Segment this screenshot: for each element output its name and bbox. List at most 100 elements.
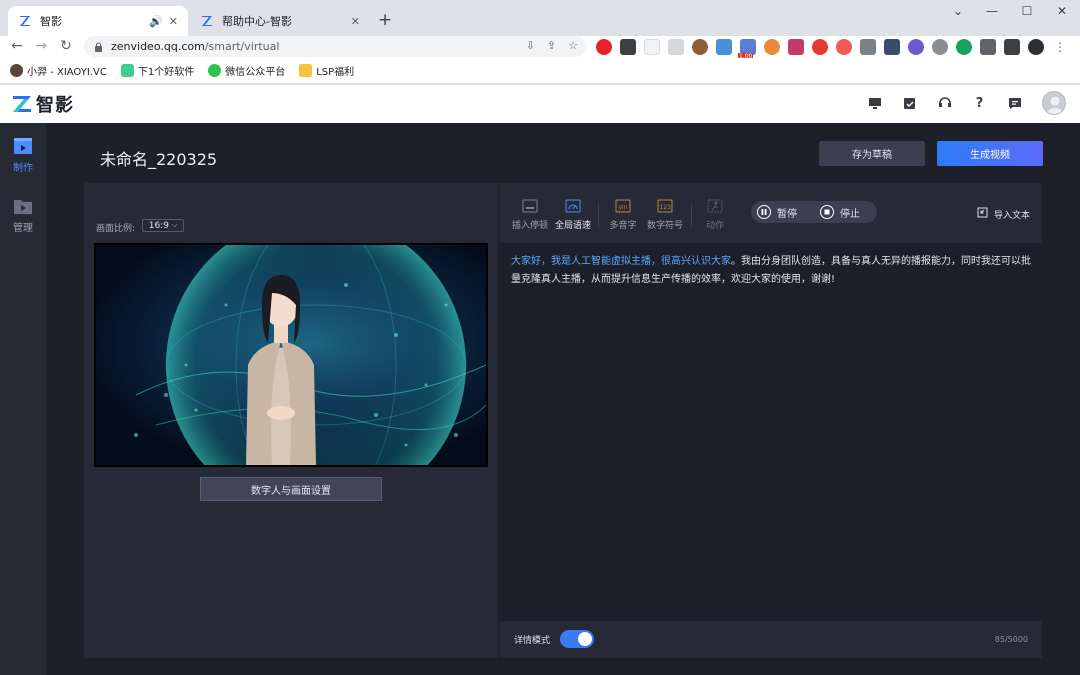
- app-workspace: 制作 管理 未命名_220325 存为草稿 生成视频 画面比例: 16:9 ⌵: [0, 123, 1080, 675]
- forward-icon[interactable]: →: [32, 38, 50, 54]
- svg-text:123: 123: [660, 204, 672, 211]
- address-bar[interactable]: zenvideo.qq.com/smart/virtual ⇩ ⇪ ☆: [84, 36, 586, 57]
- extension-sync-icon[interactable]: [956, 39, 972, 55]
- clipboard-icon[interactable]: [902, 96, 917, 111]
- bookmark-item[interactable]: 小羿 - XIAOYI.VC: [10, 63, 107, 78]
- right-scroll-rail[interactable]: [1056, 123, 1080, 675]
- extension-record-icon[interactable]: [836, 39, 852, 55]
- save-draft-button[interactable]: 存为草稿: [819, 141, 925, 166]
- monitor-icon[interactable]: [867, 96, 882, 111]
- extension-pen-icon[interactable]: [644, 39, 660, 55]
- stop-button[interactable]: 停止: [814, 205, 877, 220]
- pause-button[interactable]: 暂停: [751, 205, 814, 220]
- folder-icon: [299, 64, 313, 77]
- extension-shield-icon[interactable]: [788, 39, 804, 55]
- zhiying-favicon-icon: [200, 14, 214, 28]
- extension-terminal-icon[interactable]: [620, 39, 636, 55]
- sidebar-item-create[interactable]: 制作: [0, 137, 46, 174]
- bookmark-item[interactable]: 下1个好软件: [120, 63, 195, 78]
- aspect-ratio-value: 16:9: [148, 220, 169, 231]
- extension-alert-icon[interactable]: [812, 39, 828, 55]
- bookmark-item[interactable]: LSP福利: [299, 63, 354, 78]
- share-icon[interactable]: ⇪: [547, 39, 556, 52]
- message-icon[interactable]: [1007, 96, 1022, 111]
- extension-screenshot-icon[interactable]: [860, 39, 876, 55]
- video-preview[interactable]: [94, 243, 488, 467]
- browser-tab-help[interactable]: 帮助中心-智影 ✕: [190, 6, 370, 36]
- browser-toolbar: ← → ↻ zenvideo.qq.com/smart/virtual ⇩ ⇪ …: [0, 36, 1080, 60]
- profile-avatar-icon[interactable]: [1028, 39, 1044, 55]
- extension-keyboard-icon[interactable]: [884, 39, 900, 55]
- tool-label: 数字符号: [646, 221, 683, 231]
- tool-label: 全局语速: [554, 221, 591, 231]
- maximize-icon[interactable]: ☐: [1017, 4, 1037, 18]
- extensions-row: 1.00 ⋮: [596, 39, 1068, 60]
- document-title[interactable]: 未命名_220325: [100, 146, 217, 170]
- insert-pause-icon: [522, 199, 538, 213]
- extension-badge-icon[interactable]: 1.00: [738, 39, 756, 60]
- bookmark-item[interactable]: 微信公众平台: [208, 63, 285, 78]
- help-question-icon[interactable]: ?: [972, 96, 987, 111]
- bookmark-label: 微信公众平台: [225, 67, 286, 78]
- url-path: /smart/virtual: [204, 40, 280, 53]
- bookmark-label: LSP福利: [316, 67, 355, 78]
- import-text-button[interactable]: 导入文本: [977, 207, 1030, 221]
- extension-w-icon[interactable]: [932, 39, 948, 55]
- extensions-puzzle-icon[interactable]: [980, 39, 996, 55]
- close-window-icon[interactable]: ✕: [1052, 4, 1072, 18]
- back-icon[interactable]: ←: [8, 38, 26, 54]
- tab-audio-icon[interactable]: 🔊: [149, 15, 163, 28]
- browser-tabbar: 智影 🔊 ✕ 帮助中心-智影 ✕ + ⌄ — ☐ ✕: [0, 0, 1080, 36]
- toolbar-divider: [691, 203, 692, 227]
- extension-at-icon[interactable]: [908, 39, 924, 55]
- user-avatar[interactable]: [1042, 91, 1066, 115]
- speedometer-icon: [565, 199, 581, 213]
- bookmark-label: 小羿 - XIAOYI.VC: [27, 67, 107, 78]
- bookmark-label: 下1个好软件: [137, 67, 195, 78]
- aspect-ratio-select[interactable]: 16:9 ⌵: [142, 219, 184, 232]
- new-tab-icon[interactable]: +: [378, 10, 392, 30]
- tab-close-icon[interactable]: ✕: [351, 15, 360, 28]
- preview-panel: 画面比例: 16:9 ⌵ 数字人与画面设置: [84, 183, 498, 658]
- global-speed-tool[interactable]: 全局语速: [551, 199, 595, 231]
- tab-close-icon[interactable]: ✕: [169, 15, 178, 28]
- script-highlighted-sentence: 大家好，我是人工智能虚拟主播，很高兴认识大家: [511, 256, 731, 267]
- sidebar-item-manage[interactable]: 管理: [0, 197, 46, 234]
- sidepanel-icon[interactable]: [1004, 39, 1020, 55]
- browser-tab-active[interactable]: 智影 🔊 ✕: [8, 6, 188, 36]
- tool-label: 插入停顿: [511, 221, 548, 231]
- person-action-icon: [707, 199, 723, 213]
- tool-label: 多音字: [609, 221, 637, 231]
- tab-search-chevron-icon[interactable]: ⌄: [948, 4, 968, 18]
- polyphone-tool[interactable]: yin 多音字: [601, 199, 645, 231]
- avatar-icon: [10, 64, 23, 77]
- number-symbol-tool[interactable]: 123 数字符号: [643, 199, 687, 231]
- extension-opera-icon[interactable]: [596, 39, 612, 55]
- extension-copy-icon[interactable]: [668, 39, 684, 55]
- browser-menu-icon[interactable]: ⋮: [1052, 39, 1068, 55]
- detail-mode-toggle[interactable]: [560, 630, 594, 648]
- extension-monkey-icon[interactable]: [764, 39, 780, 55]
- app-logo[interactable]: 智影: [12, 91, 74, 117]
- script-editor[interactable]: 大家好，我是人工智能虚拟主播，很高兴认识大家。我由分身团队创造，具备与真人无异的…: [511, 253, 1033, 289]
- tab-title: 智影: [40, 15, 62, 28]
- reload-icon[interactable]: ↻: [57, 38, 75, 54]
- headset-support-icon[interactable]: [937, 96, 952, 111]
- script-footer: 详情模式 85/5000: [500, 621, 1042, 658]
- sidebar-item-label: 管理: [13, 223, 33, 234]
- stop-label: 停止: [840, 208, 860, 220]
- wechat-icon: [208, 64, 222, 77]
- avatar-scene-settings-button[interactable]: 数字人与画面设置: [200, 477, 382, 501]
- pause-label: 暂停: [777, 208, 797, 220]
- extension-cookie-icon[interactable]: [692, 39, 708, 55]
- minimize-icon[interactable]: —: [982, 4, 1002, 18]
- detail-mode-label: 详情模式: [514, 636, 551, 646]
- number-123-icon: 123: [657, 199, 673, 213]
- extension-image-icon[interactable]: [716, 39, 732, 55]
- playback-control: 暂停 停止: [751, 201, 877, 223]
- generate-video-button[interactable]: 生成视频: [937, 141, 1043, 166]
- install-app-icon[interactable]: ⇩: [526, 39, 535, 52]
- insert-pause-tool[interactable]: 插入停顿: [508, 199, 552, 231]
- bookmark-star-icon[interactable]: ☆: [568, 39, 578, 52]
- action-tool[interactable]: 动作: [693, 199, 737, 231]
